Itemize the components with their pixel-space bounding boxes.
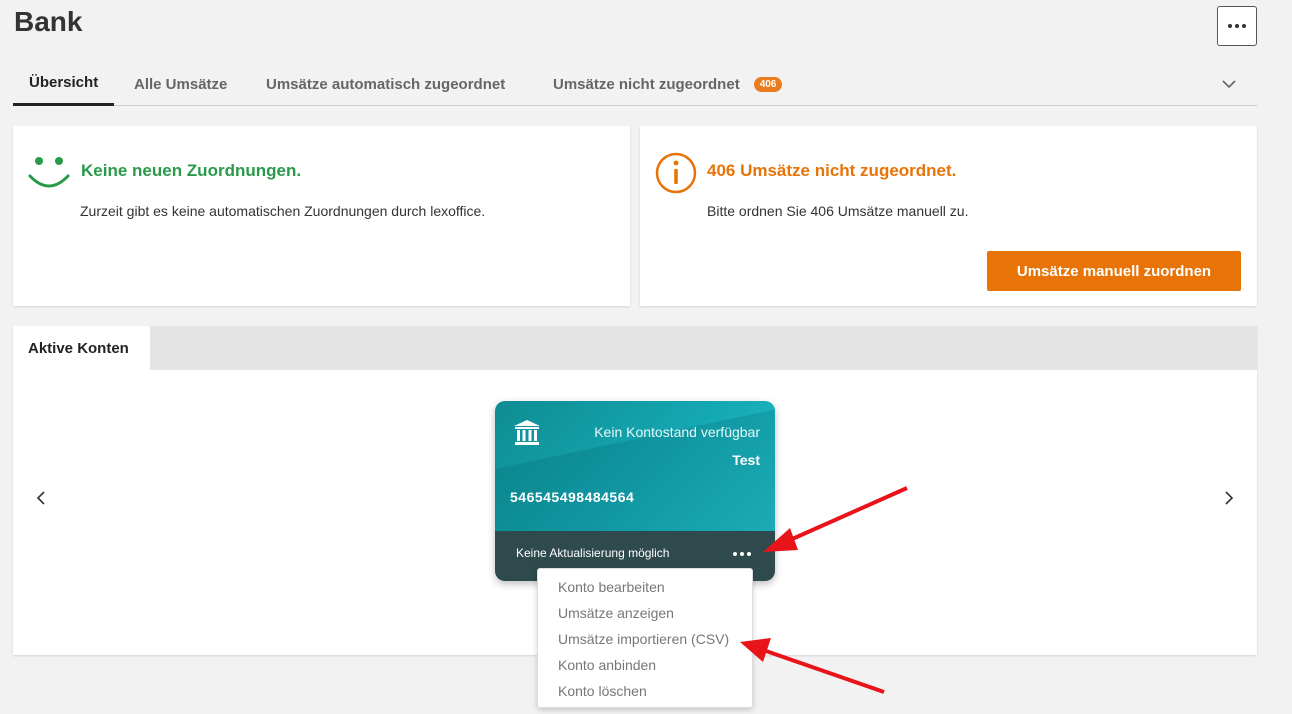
account-name: Test xyxy=(732,452,760,468)
smiley-icon xyxy=(28,157,70,188)
tab-bar: Übersicht Alle Umsätze Umsätze automatis… xyxy=(13,62,1257,106)
tab-alle-umsaetze[interactable]: Alle Umsätze xyxy=(134,62,227,106)
tab-uebersicht[interactable]: Übersicht xyxy=(13,62,115,106)
auto-assign-text: Zurzeit gibt es keine automatischen Zuor… xyxy=(80,203,486,219)
chevron-right-icon[interactable] xyxy=(1221,490,1237,506)
account-status: Keine Aktualisierung möglich xyxy=(516,546,670,560)
menu-item-konto-anbinden[interactable]: Konto anbinden xyxy=(538,652,752,678)
tab-label: Umsätze automatisch zugeordnet xyxy=(266,75,506,93)
unassigned-card: 406 Umsätze nicht zugeordnet. Bitte ordn… xyxy=(640,126,1257,306)
page-title: Bank xyxy=(14,6,83,37)
bank-page: Bank Übersicht Alle Umsätze Umsätze auto… xyxy=(0,0,1292,714)
auto-assign-card: Keine neuen Zuordnungen. Zurzeit gibt es… xyxy=(13,126,630,306)
chevron-left-icon[interactable] xyxy=(33,490,49,506)
menu-item-umsaetze-anzeigen[interactable]: Umsätze anzeigen xyxy=(538,600,752,626)
assign-manually-button[interactable]: Umsätze manuell zuordnen xyxy=(987,251,1241,291)
info-icon xyxy=(655,152,697,194)
chevron-down-icon[interactable] xyxy=(1221,76,1237,92)
auto-assign-heading: Keine neuen Zuordnungen. xyxy=(81,161,302,180)
menu-item-umsaetze-importieren[interactable]: Umsätze importieren (CSV) xyxy=(538,626,752,652)
page-more-button[interactable] xyxy=(1217,6,1257,46)
account-card-body: Kein Kontostand verfügbar Test 546545498… xyxy=(495,401,775,531)
bank-building-icon xyxy=(514,420,540,445)
tab-automatisch-zugeordnet[interactable]: Umsätze automatisch zugeordnet xyxy=(266,62,505,106)
tab-label: Übersicht xyxy=(29,74,99,91)
account-card[interactable]: Kein Kontostand verfügbar Test 546545498… xyxy=(495,401,775,581)
account-balance: Kein Kontostand verfügbar xyxy=(594,424,760,440)
accounts-header: Aktive Konten xyxy=(13,326,1257,370)
tab-label: Umsätze nicht zugeordnet xyxy=(553,75,740,93)
more-horizontal-icon xyxy=(1228,24,1246,28)
tab-nicht-zugeordnet[interactable]: Umsätze nicht zugeordnet 406 xyxy=(553,62,783,106)
tab-label: Alle Umsätze xyxy=(134,75,228,93)
account-context-menu: Konto bearbeiten Umsätze anzeigen Umsätz… xyxy=(537,568,753,708)
account-menu-icon[interactable] xyxy=(731,548,753,560)
unassigned-text: Bitte ordnen Sie 406 Umsätze manuell zu. xyxy=(707,203,969,219)
account-number: 546545498484564 xyxy=(510,489,635,505)
unassigned-heading: 406 Umsätze nicht zugeordnet. xyxy=(707,161,957,180)
unassigned-count-badge: 406 xyxy=(753,76,783,92)
menu-item-konto-bearbeiten[interactable]: Konto bearbeiten xyxy=(538,574,752,600)
tab-aktive-konten[interactable]: Aktive Konten xyxy=(13,326,150,370)
menu-item-konto-loeschen[interactable]: Konto löschen xyxy=(538,678,752,704)
